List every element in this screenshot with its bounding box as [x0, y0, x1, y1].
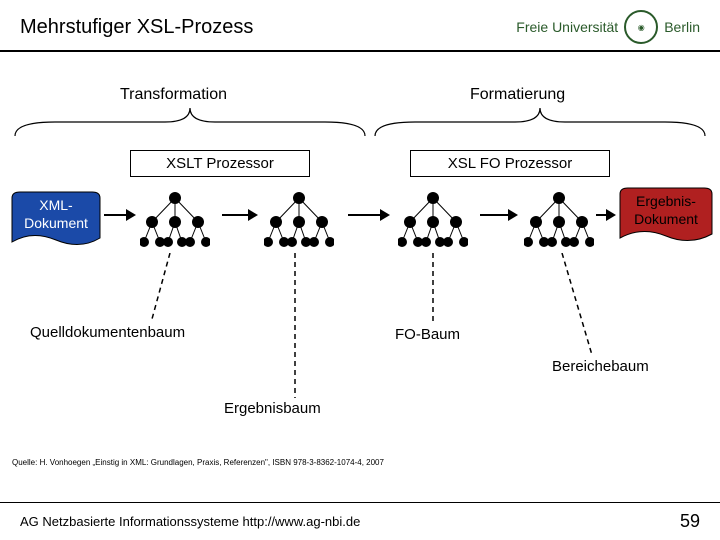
- seal-icon: ◉: [624, 10, 658, 44]
- tree-bereiche: [524, 188, 594, 248]
- brace-left: [15, 108, 365, 143]
- brace-right: [375, 108, 705, 143]
- arrow-3: [348, 208, 390, 222]
- university-logo: Freie Universität ◉ Berlin: [516, 10, 700, 44]
- xml-doc-line1: XML-: [12, 196, 100, 214]
- tree-quelldokument: [140, 188, 210, 248]
- tree-fo: [398, 188, 468, 248]
- xml-doc-line2: Dokument: [12, 214, 100, 232]
- page-number: 59: [680, 511, 700, 532]
- dashed-bereich: [558, 253, 598, 358]
- arrow-5: [596, 208, 616, 222]
- dashed-ergebnis: [288, 253, 302, 398]
- arrow-1: [104, 208, 136, 222]
- result-document-label: Ergebnis- Dokument: [622, 186, 710, 228]
- label-quelldokumentenbaum: Quelldokumentenbaum: [30, 324, 185, 341]
- xslfo-processor-box: XSL FO Prozessor: [410, 150, 610, 177]
- uni-city: Berlin: [664, 19, 700, 35]
- source-citation: Quelle: H. Vonhoegen „Einstig in XML: Gr…: [12, 458, 384, 467]
- erg-doc-line2: Dokument: [622, 210, 710, 228]
- label-fo-baum: FO-Baum: [395, 326, 460, 343]
- arrow-4: [480, 208, 518, 222]
- dashed-quell: [148, 253, 178, 323]
- xml-document-shape: XML- Dokument: [10, 190, 102, 252]
- label-ergebnisbaum: Ergebnisbaum: [224, 400, 321, 417]
- label-bereichebaum: Bereichebaum: [552, 358, 649, 375]
- tree-ergebnis: [264, 188, 334, 248]
- arrow-2: [222, 208, 258, 222]
- section-transformation: Transformation: [120, 86, 227, 104]
- slide-header: Mehrstufiger XSL-Prozess Freie Universit…: [0, 0, 720, 52]
- erg-doc-line1: Ergebnis-: [622, 192, 710, 210]
- xml-document-label: XML- Dokument: [12, 190, 100, 232]
- dashed-fo: [426, 253, 440, 323]
- slide-footer: AG Netzbasierte Informationssysteme http…: [0, 502, 720, 540]
- slide-title: Mehrstufiger XSL-Prozess: [20, 16, 253, 39]
- section-formatierung: Formatierung: [470, 86, 565, 104]
- result-document-shape: Ergebnis- Dokument: [618, 186, 710, 248]
- footer-org: AG Netzbasierte Informationssysteme http…: [20, 514, 360, 529]
- uni-name: Freie Universität: [516, 19, 618, 35]
- xslt-processor-box: XSLT Prozessor: [130, 150, 310, 177]
